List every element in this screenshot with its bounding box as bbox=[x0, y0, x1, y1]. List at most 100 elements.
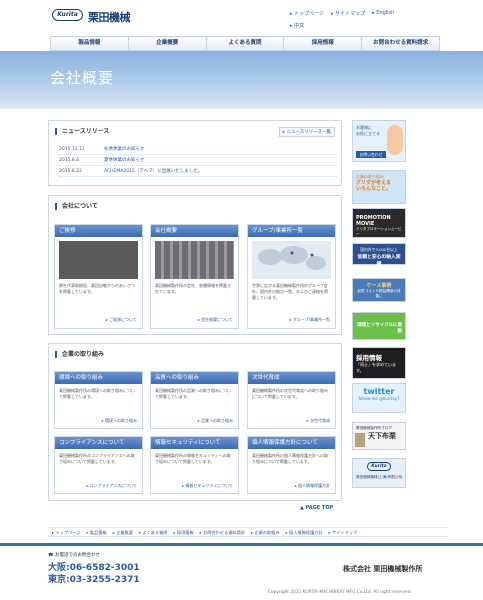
about-heading: 会社について bbox=[55, 203, 98, 210]
footer-nav: ▸ トップページ ▸ 製品情報 ▸ 企業概要 ▸ よくある質問 ▸ 採用情報 ▸… bbox=[48, 527, 448, 537]
footer-link[interactable]: ▸ 個人情報保護方針 bbox=[286, 528, 323, 536]
news-item[interactable]: 2015.12.11 冬季休業のお知らせ bbox=[59, 144, 337, 155]
card-link[interactable]: ▸ ご挨拶について bbox=[106, 317, 137, 323]
initiatives-box: 企業の取り組み 環境への取り組み 栗田機械製作所の環境への取り組みについて掲載し… bbox=[48, 343, 342, 501]
footer-link[interactable]: ▸ お問合わせる資料請求 bbox=[200, 528, 245, 536]
about-card-group[interactable]: グループ/事業所一覧 世界に広がる栗田機械製作所のグループ会社、国内外の拠点一覧… bbox=[247, 224, 336, 329]
card-title: 品質への取り組み bbox=[151, 372, 238, 384]
banner-text: 品質コストや損益構造の改善に bbox=[357, 289, 401, 298]
footer-link[interactable]: ▸ 製品情報 bbox=[86, 528, 106, 536]
card-link[interactable]: ▸ 次世代育成 bbox=[307, 418, 330, 424]
footer-link[interactable]: ▸ トップページ bbox=[52, 528, 80, 536]
about-box: 会社について ご挨拶 弊社代表取締役、栗田自敬からのあいさつを掲載しています。 … bbox=[48, 195, 342, 335]
card-title: 個人情報保護方針について bbox=[248, 437, 335, 449]
shanghai-banner[interactable]: Kurita 栗田機械機械(上海)有限公司 bbox=[352, 458, 406, 488]
card-title: コンプライアンスについて bbox=[55, 437, 142, 449]
card-link[interactable]: ▸ 会社概要について bbox=[198, 317, 233, 323]
nav-products[interactable]: 製品情報 bbox=[51, 37, 129, 50]
initiative-card-privacy[interactable]: 個人情報保護方針について 栗田機械製作所の個人情報保護方針への取り組みについて掲… bbox=[247, 436, 336, 494]
toplink-chinese[interactable]: ▸ 中文 bbox=[290, 22, 304, 29]
card-title: 環境への取り組み bbox=[55, 372, 142, 384]
card-text: 栗田機械製作所の個人情報保護方針への取り組みについて掲載しています。 bbox=[252, 453, 328, 464]
world-map-image bbox=[252, 241, 331, 279]
card-link[interactable]: ▸ コンプライアンスについて bbox=[86, 483, 137, 489]
banner-text: 「同士」を求めています。 bbox=[356, 362, 396, 373]
about-card-outline[interactable]: 会社概要 栗田機械製作所の会社、各種情報を掲載されています。 ▸ 会社概要につい… bbox=[150, 224, 239, 329]
company-name: 株式会社 栗田機械製作所 bbox=[343, 565, 423, 573]
world-map-icon bbox=[258, 246, 326, 270]
contact-label: ☎ お電話でのお問合わせ bbox=[48, 553, 101, 558]
news-date: 2015.8.4 bbox=[59, 158, 80, 163]
news-heading: ニュースリリース bbox=[55, 128, 109, 135]
card-link[interactable]: ▸ 品質への取り組み bbox=[198, 418, 233, 424]
banner-text: ケース事例 bbox=[366, 283, 392, 289]
news-list-button[interactable]: ▸ ニュースリリース一覧 bbox=[278, 127, 335, 137]
news-title[interactable]: 冬季休業のお知らせ bbox=[104, 147, 144, 152]
card-text: 栗田機械製作所の品質への取り組みについて掲載しています。 bbox=[155, 388, 231, 399]
news-box: ニュースリリース ▸ ニュースリリース一覧 2015.12.11 冬季休業のお知ら… bbox=[48, 120, 342, 186]
news-date: 2015.12.11 bbox=[59, 147, 85, 152]
card-text: 弊社代表取締役、栗田自敬からのあいさつを掲載しています。 bbox=[59, 283, 135, 294]
child-photo bbox=[387, 125, 403, 155]
card-text: 栗田機械製作所の次世代育成への取り組みについて掲載しています。 bbox=[252, 388, 328, 399]
nav-faq[interactable]: よくある質問 bbox=[207, 37, 285, 50]
brand-name: 栗田機械 bbox=[88, 11, 131, 24]
copyright: Copyright 2011 KURITA MACHINERY MFG.Co.L… bbox=[268, 590, 412, 595]
initiative-card-environment[interactable]: 環境への取り組み 栗田機械製作所の環境への取り組みについて掲載しています。 ▸ … bbox=[54, 371, 143, 429]
news-title[interactable]: ACHEMA2015（アヘマ）に出展いたしました。 bbox=[104, 169, 202, 174]
about-card-greeting[interactable]: ご挨拶 弊社代表取締役、栗田自敬からのあいさつを掲載しています。 ▸ ご挨拶につ… bbox=[54, 224, 143, 329]
toplink-top[interactable]: ▸ トップページ bbox=[290, 10, 324, 17]
banner-text: いろんなこと。 bbox=[356, 186, 392, 192]
card-text: 栗田機械製作所のコンプライアンスへの取り組みについて掲載しています。 bbox=[59, 453, 135, 464]
footer-link[interactable]: ▸ 企業概要 bbox=[113, 528, 133, 536]
banner-text: 信頼と安心の納入実績 bbox=[357, 255, 401, 267]
greeting-photo bbox=[59, 241, 138, 279]
initiative-card-compliance[interactable]: コンプライアンスについて 栗田機械製作所のコンプライアンスへの取り組みについて掲… bbox=[54, 436, 143, 494]
news-title[interactable]: 夏季休業のお知らせ bbox=[104, 158, 144, 163]
recycle-banner[interactable]: 環境とリサイクルに貢献 bbox=[352, 312, 406, 340]
banner-text: PROMOTION MOVIE bbox=[356, 215, 391, 227]
nav-recruit[interactable]: 採用情報 bbox=[284, 37, 363, 50]
twitter-banner[interactable]: twitter follow me @kuritay7 bbox=[352, 383, 406, 413]
nav-company[interactable]: 企業概要 bbox=[129, 37, 207, 50]
news-item[interactable]: 2015.8.4 夏季休業のお知らせ bbox=[59, 155, 337, 166]
inquiry-banner[interactable]: お客様に お役に立てる お問い合わせ bbox=[352, 120, 406, 162]
card-link[interactable]: ▸ グループ/事業所一覧 bbox=[290, 317, 330, 323]
twitter-logo: twitter bbox=[363, 387, 395, 396]
footer-link[interactable]: ▸ 企業の取組み bbox=[251, 528, 280, 536]
card-title: ご挨拶 bbox=[55, 225, 142, 237]
banner-text: 環境とリサイクルに貢献 bbox=[357, 323, 402, 334]
toplink-sitemap[interactable]: ▸ サイトマップ bbox=[331, 10, 365, 17]
toplink-english[interactable]: ▸ English bbox=[372, 10, 394, 17]
card-title: 次世代育成 bbox=[248, 372, 335, 384]
initiative-card-quality[interactable]: 品質への取り組み 栗田機械製作所の品質への取り組みについて掲載しています。 ▸ … bbox=[150, 371, 239, 429]
tel-tokyo[interactable]: 東京:03-3255-2371 bbox=[48, 572, 140, 585]
page-top-link[interactable]: ▲ PAGE TOP bbox=[300, 505, 333, 511]
delivery-record-banner[interactable]: 国内外で3,000台以上 信頼と安心の納入実績 bbox=[352, 243, 406, 267]
card-title: 情報セキュリティについて bbox=[151, 437, 238, 449]
initiative-card-security[interactable]: 情報セキュリティについて 栗田機械製作所の情報セキュリティへの取り組みについて掲… bbox=[150, 436, 239, 494]
initiative-card-next-generation[interactable]: 次世代育成 栗田機械製作所の次世代育成への取り組みについて掲載しています。 ▸ … bbox=[247, 371, 336, 429]
nav-contact[interactable]: お問合わせる資料請求 bbox=[362, 37, 439, 50]
page-title: 会社概要 bbox=[50, 69, 115, 87]
footer-link[interactable]: ▸ 採用情報 bbox=[173, 528, 193, 536]
footer-link[interactable]: ▸ よくある質問 bbox=[139, 528, 168, 536]
news-date: 2015.6.22 bbox=[59, 169, 82, 174]
card-link[interactable]: ▸ 環境への取り組み bbox=[102, 418, 137, 424]
promotion-movie-banner[interactable]: PROMOTION MOVIE クリタプロモーションムービー bbox=[352, 208, 406, 238]
banner-text: 採用情報 bbox=[356, 354, 382, 362]
factory-photo bbox=[155, 241, 234, 279]
footer-link[interactable]: ▸ サイトマップ bbox=[329, 528, 358, 536]
catalog-banner[interactable]: 企業の取り組み グリダが考える いろんなこと。 bbox=[352, 170, 406, 204]
card-link[interactable]: ▸ 個人情報保護方針 bbox=[295, 483, 330, 489]
news-item[interactable]: 2015.6.22 ACHEMA2015（アヘマ）に出展いたしました。 bbox=[59, 166, 337, 177]
blogger-photo bbox=[355, 433, 365, 447]
footer-divider bbox=[0, 543, 483, 546]
inquiry-button[interactable]: お問い合わせ bbox=[356, 151, 386, 158]
recruit-banner[interactable]: 採用情報 「同士」を求めています。 bbox=[352, 347, 406, 379]
card-link[interactable]: ▸ 情報セキュリティについて bbox=[182, 483, 233, 489]
blog-banner[interactable]: 栗田機械製作所ブログ 天下布栗 bbox=[352, 422, 406, 450]
case-study-banner[interactable]: ケース事例 品質コストや損益構造の改善に bbox=[352, 278, 406, 302]
card-text: 栗田機械製作所の情報セキュリティへの取り組みについて掲載しています。 bbox=[155, 453, 231, 464]
kurita-logo[interactable]: Kurita bbox=[52, 9, 83, 21]
